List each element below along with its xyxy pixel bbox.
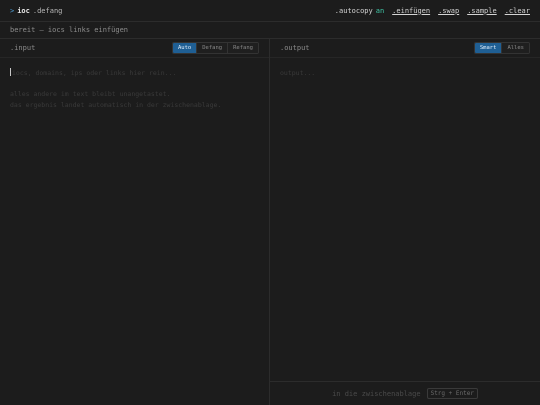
mode-smart-button[interactable]: Smart [474, 43, 502, 53]
output-pane-header: .output Smart Alles [270, 39, 540, 58]
top-bar: > ioc .defang .autocopy an .einfügen .swap… [0, 0, 540, 22]
status-bar: bereit — iocs links einfügen [0, 22, 540, 39]
brand-rest: .defang [32, 6, 63, 15]
app-brand: > ioc .defang [10, 7, 62, 15]
input-mode-switch: Auto Defang Refang [172, 42, 259, 54]
brand-bold: ioc [17, 6, 30, 15]
input-placeholder-line [10, 79, 259, 90]
autocopy-state: an [375, 6, 385, 15]
mode-all-button[interactable]: Alles [501, 43, 529, 53]
autocopy-label: .autocopy [334, 6, 373, 15]
output-pane: .output Smart Alles output... in die zwi… [270, 39, 540, 405]
output-textarea[interactable]: output... [270, 58, 540, 89]
paste-link[interactable]: .einfügen [392, 7, 430, 15]
input-placeholder-line: das ergebnis landet automatisch in der z… [10, 100, 222, 109]
input-placeholder-line: iocs, domains, ips oder links hier rein.… [10, 68, 177, 77]
clear-link[interactable]: .clear [505, 7, 530, 15]
mode-auto-button[interactable]: Auto [173, 43, 197, 53]
autocopy-toggle[interactable]: .autocopy an [335, 7, 384, 15]
output-placeholder: output... [280, 69, 316, 77]
output-mode-switch: Smart Alles [473, 42, 530, 54]
input-placeholder-line: alles andere im text bleibt unangetastet… [10, 90, 171, 98]
input-pane-title: .input [10, 44, 36, 52]
text-caret [10, 68, 11, 76]
prompt-icon: > [10, 6, 15, 15]
copy-footer-text: in die zwischenablage [332, 389, 421, 398]
input-pane: .input Auto Defang Refang iocs, domains,… [0, 39, 270, 405]
top-nav: .autocopy an .einfügen .swap .sample .cle… [335, 7, 530, 15]
copy-to-clipboard-bar[interactable]: in die zwischenablage Strg + Enter [270, 381, 540, 405]
output-pane-title: .output [280, 44, 310, 52]
status-text: bereit — iocs links einfügen [10, 26, 129, 34]
sample-link[interactable]: .sample [467, 7, 497, 15]
input-textarea[interactable]: iocs, domains, ips oder links hier rein.… [0, 58, 269, 120]
input-pane-header: .input Auto Defang Refang [0, 39, 269, 58]
mode-defang-button[interactable]: Defang [196, 43, 228, 53]
shortcut-badge: Strg + Enter [426, 388, 478, 399]
swap-link[interactable]: .swap [438, 7, 459, 15]
mode-refang-button[interactable]: Refang [227, 43, 258, 53]
